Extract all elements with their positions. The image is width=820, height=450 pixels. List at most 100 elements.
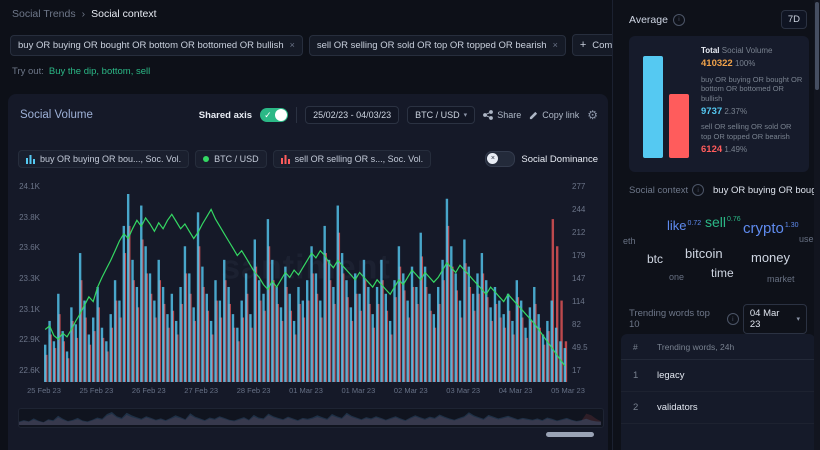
sidebar: Average i 7D Total Social Volume 410322 … bbox=[612, 0, 815, 450]
vertical-scrollbar[interactable] bbox=[814, 0, 820, 450]
row-rank: 2 bbox=[633, 402, 639, 413]
chart-panel-header: Social Volume Shared axis ✓ 25/02/23 - 0… bbox=[20, 104, 598, 126]
bar-series-icon bbox=[26, 154, 35, 164]
info-icon[interactable]: i bbox=[672, 13, 685, 26]
row-rank: 1 bbox=[633, 370, 639, 381]
app-root: Social Trends › Social context buy OR bu… bbox=[0, 0, 820, 450]
axis-tick-label: 212 bbox=[572, 228, 586, 237]
cloud-word-score: 0.72 bbox=[687, 219, 702, 227]
x-axis-tick-label: 25 Feb 23 bbox=[79, 386, 114, 395]
buy-volume-bar[interactable] bbox=[643, 56, 663, 158]
x-axis: 25 Feb 23 25 Feb 23 26 Feb 23 27 Feb 23 28 F… bbox=[27, 386, 585, 398]
buy-query-text: buy OR buying OR bought OR bottom OR bot… bbox=[701, 74, 803, 104]
cloud-word[interactable]: eth bbox=[623, 236, 636, 246]
breadcrumb: Social Trends › Social context bbox=[12, 8, 157, 20]
horizontal-scrollbar[interactable] bbox=[18, 432, 602, 438]
share-label: Share bbox=[497, 110, 522, 120]
cloud-word[interactable]: time bbox=[711, 266, 734, 280]
cloud-word[interactable]: crypto1.30 bbox=[743, 220, 798, 237]
filter-chip-sell[interactable]: sell OR selling OR sold OR top OR topped… bbox=[308, 34, 566, 56]
share-button[interactable]: Share bbox=[483, 110, 521, 120]
divider bbox=[296, 107, 298, 123]
trending-date-label: 04 Mar 23 bbox=[749, 308, 780, 330]
sell-value: 6124 bbox=[701, 143, 723, 155]
cloud-word[interactable]: like0.72 bbox=[667, 218, 701, 233]
trending-table-body: 1 legacy 2 validators bbox=[621, 360, 815, 424]
x-axis-tick-label: 02 Mar 23 bbox=[393, 386, 428, 395]
social-context-selector[interactable]: buy OR buying OR bough bbox=[713, 185, 815, 196]
shared-axis-label: Shared axis bbox=[198, 109, 253, 121]
info-icon[interactable]: i bbox=[726, 313, 739, 325]
sell-volume-bar[interactable] bbox=[669, 94, 689, 158]
x-axis-tick-label: 25 Feb 23 bbox=[27, 386, 61, 395]
total-pct: 100% bbox=[734, 59, 756, 69]
social-dominance-control: × Social Dominance bbox=[485, 151, 598, 167]
trending-header: Trending words top 10 i 04 Mar 23 ▾ bbox=[629, 304, 807, 334]
table-row[interactable]: 1 legacy bbox=[621, 360, 815, 392]
cloud-word-score: 1.30 bbox=[784, 222, 799, 229]
cloud-word[interactable]: btc bbox=[647, 252, 663, 266]
axis-tick-label: 49.5 bbox=[572, 343, 588, 352]
axis-tick-label: 24.1K bbox=[19, 182, 40, 191]
x-axis-tick-label: 03 Mar 23 bbox=[446, 386, 481, 395]
vertical-scrollbar-thumb[interactable] bbox=[815, 2, 819, 90]
date-range-picker[interactable]: 25/02/23 - 04/03/23 bbox=[305, 106, 400, 124]
social-dominance-toggle[interactable]: × bbox=[485, 151, 516, 167]
legend-btc-usd[interactable]: BTC / USD bbox=[195, 150, 267, 168]
copy-link-button[interactable]: Copy link bbox=[529, 110, 579, 120]
filter-chip-buy-label: buy OR buying OR bought OR bottom OR bot… bbox=[18, 39, 284, 51]
right-axis: 277 244 212 179 147 114 82 49.5 17 bbox=[570, 182, 602, 382]
breadcrumb-parent[interactable]: Social Trends bbox=[12, 8, 76, 20]
average-label: Average bbox=[629, 13, 668, 26]
chart-navigator[interactable] bbox=[18, 408, 604, 428]
try-out-suggestions[interactable]: Buy the dip, bottom, sell bbox=[49, 66, 150, 77]
gear-icon[interactable]: ⚙ bbox=[587, 109, 598, 121]
axis-tick-label: 277 bbox=[572, 182, 586, 191]
breadcrumb-separator-icon: › bbox=[81, 8, 86, 20]
buy-value: 9737 bbox=[701, 105, 723, 117]
line-series-icon bbox=[203, 154, 210, 164]
cloud-word[interactable]: market bbox=[767, 274, 795, 284]
total-label-rest: Social Volume bbox=[721, 46, 773, 55]
close-icon[interactable]: × bbox=[553, 40, 558, 50]
panel-title: Social Volume bbox=[20, 109, 93, 121]
shared-axis-toggle[interactable]: ✓ bbox=[260, 108, 289, 122]
x-axis-tick-label: 05 Mar 23 bbox=[551, 386, 585, 395]
cloud-word[interactable]: money bbox=[751, 250, 790, 265]
period-7d-button[interactable]: 7D bbox=[780, 10, 807, 29]
sell-pct: 1.49% bbox=[724, 144, 748, 154]
cloud-word[interactable]: use bbox=[799, 234, 814, 244]
legend-buy-series[interactable]: buy OR buying OR bou..., Soc. Vol. bbox=[18, 150, 190, 168]
filter-chip-buy[interactable]: buy OR buying OR bought OR bottom OR bot… bbox=[10, 34, 303, 56]
info-icon[interactable]: i bbox=[692, 184, 705, 196]
trending-table-header: # Trending words, 24h bbox=[621, 334, 815, 360]
pair-selector[interactable]: BTC / USD ▾ bbox=[407, 106, 476, 124]
axis-tick-label: 23.1K bbox=[19, 304, 40, 314]
plus-icon: + bbox=[579, 39, 587, 51]
trending-date-selector[interactable]: 04 Mar 23 ▾ bbox=[742, 304, 807, 334]
rank-column-header: # bbox=[633, 342, 638, 352]
chart-controls: Shared axis ✓ 25/02/23 - 04/03/23 BTC / … bbox=[199, 106, 598, 124]
row-word[interactable]: validators bbox=[657, 402, 698, 413]
cloud-word-score: 0.76 bbox=[727, 216, 741, 224]
x-axis-tick-label: 26 Feb 23 bbox=[131, 386, 166, 395]
x-axis-tick-label: 28 Feb 23 bbox=[236, 386, 271, 395]
close-icon: × bbox=[490, 155, 495, 162]
cloud-word[interactable]: one bbox=[669, 272, 684, 282]
row-word[interactable]: legacy bbox=[657, 370, 684, 381]
axis-tick-label: 22.9K bbox=[19, 335, 40, 345]
chart-plot-area[interactable]: santiment bbox=[44, 186, 568, 382]
close-icon[interactable]: × bbox=[290, 40, 295, 50]
x-axis-tick-label: 01 Mar 23 bbox=[289, 386, 323, 395]
cloud-word[interactable]: bitcoin bbox=[685, 246, 723, 261]
chart-panel: Social Volume Shared axis ✓ 25/02/23 - 0… bbox=[8, 94, 608, 450]
toggle-knob bbox=[275, 109, 288, 121]
table-row[interactable]: 2 validators bbox=[621, 392, 815, 424]
breadcrumb-current: Social context bbox=[91, 8, 157, 20]
social-context-header: Social context i buy OR buying OR bough bbox=[629, 184, 815, 196]
legend-sell-series[interactable]: sell OR selling OR s..., Soc. Vol. bbox=[272, 150, 432, 168]
cloud-word[interactable]: sell0.76 bbox=[705, 214, 741, 230]
x-axis-tick-label: 27 Feb 23 bbox=[184, 386, 219, 395]
filter-chip-sell-label: sell OR selling OR sold OR top OR topped… bbox=[316, 39, 547, 51]
horizontal-scrollbar-thumb[interactable] bbox=[546, 432, 594, 437]
